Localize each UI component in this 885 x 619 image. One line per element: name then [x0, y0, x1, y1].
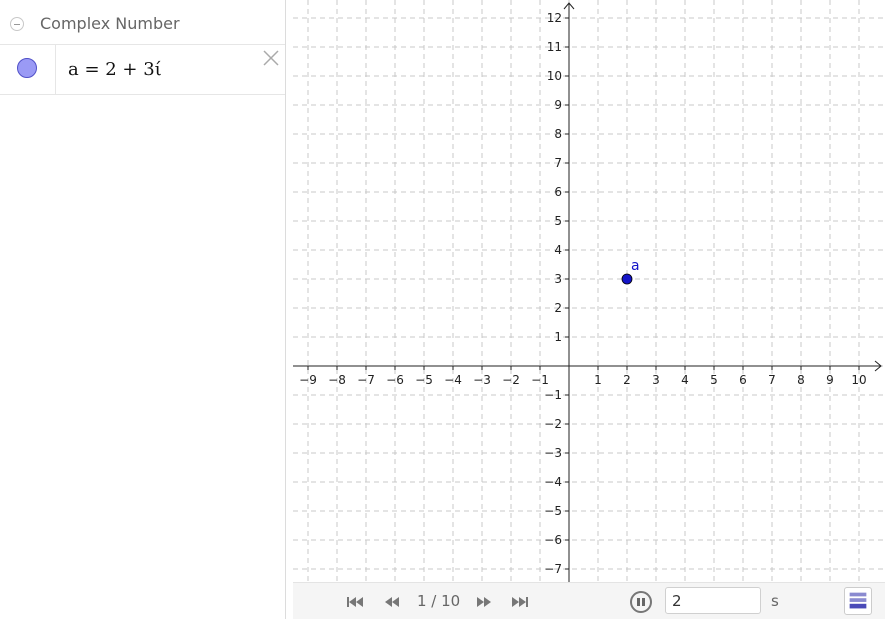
- marble-icon[interactable]: [17, 58, 37, 78]
- x-tick-label: 6: [739, 373, 747, 387]
- speed-unit: s: [771, 592, 779, 610]
- algebra-title: Complex Number: [40, 14, 180, 33]
- y-tick-label: −5: [544, 504, 562, 518]
- y-tick-label: 11: [547, 40, 562, 54]
- x-tick-label: −5: [415, 373, 433, 387]
- y-tick-label: 1: [554, 330, 562, 344]
- y-tick-label: −2: [544, 417, 562, 431]
- y-tick-label: 5: [554, 214, 562, 228]
- x-tick-label: 8: [797, 373, 805, 387]
- speed-input[interactable]: [665, 587, 761, 614]
- y-tick-label: 8: [554, 127, 562, 141]
- point-a[interactable]: [621, 273, 633, 285]
- x-tick-label: −1: [531, 373, 549, 387]
- y-tick-label: 12: [547, 11, 562, 25]
- pause-icon[interactable]: [630, 591, 652, 613]
- x-tick-label: 5: [710, 373, 718, 387]
- y-tick-label: 2: [554, 301, 562, 315]
- algebra-view: Complex Number a = 2 + 3ί: [0, 0, 286, 619]
- x-tick-label: 2: [623, 373, 631, 387]
- y-tick-label: 7: [554, 156, 562, 170]
- x-tick-label: 10: [851, 373, 866, 387]
- x-tick-label: 4: [681, 373, 689, 387]
- y-tick-label: 9: [554, 98, 562, 112]
- point-label: a: [631, 258, 640, 274]
- y-tick-label: 10: [547, 69, 562, 83]
- x-tick-label: −9: [299, 373, 317, 387]
- y-tick-label: 4: [554, 243, 562, 257]
- y-tick-label: 6: [554, 185, 562, 199]
- algebra-expression[interactable]: a = 2 + 3ί: [68, 59, 162, 80]
- x-tick-label: −4: [444, 373, 462, 387]
- y-tick-label: −1: [544, 388, 562, 402]
- last-slide-icon[interactable]: [510, 594, 530, 610]
- collapse-icon[interactable]: [10, 17, 24, 31]
- coordinate-plane[interactable]: −9 −8 −7 −6 −5 −4 −3 −2 −1 1 2 3 4 5 6 7 8 9 1012111098765…: [287, 0, 885, 582]
- first-slide-icon[interactable]: [345, 594, 365, 610]
- x-tick-label: 1: [594, 373, 602, 387]
- y-tick-label: 3: [554, 272, 562, 286]
- x-tick-label: −8: [328, 373, 346, 387]
- previous-slide-icon[interactable]: [382, 594, 402, 610]
- y-tick-label: −3: [544, 446, 562, 460]
- x-tick-label: 9: [826, 373, 834, 387]
- slide-counter: 1 / 10: [417, 592, 461, 610]
- x-tick-label: −3: [473, 373, 491, 387]
- next-slide-icon[interactable]: [474, 594, 494, 610]
- x-tick-label: −6: [386, 373, 404, 387]
- x-tick-label: −2: [502, 373, 520, 387]
- visibility-toggle[interactable]: [0, 45, 56, 94]
- x-tick-label: −7: [357, 373, 375, 387]
- y-tick-label: −7: [544, 562, 562, 576]
- algebra-view-toggle-icon[interactable]: [844, 587, 872, 615]
- algebra-header: Complex Number: [0, 0, 285, 45]
- y-tick-label: −6: [544, 533, 562, 547]
- x-tick-label: 3: [652, 373, 660, 387]
- x-tick-label: 7: [768, 373, 776, 387]
- algebra-item[interactable]: a = 2 + 3ί: [0, 45, 285, 95]
- y-tick-label: −4: [544, 475, 562, 489]
- slide-playbar: 1 / 10 s: [293, 582, 885, 619]
- close-icon[interactable]: [262, 49, 280, 67]
- graphics-view[interactable]: −9 −8 −7 −6 −5 −4 −3 −2 −1 1 2 3 4 5 6 7 8 9 10 12 11 10 9 8 7 6 5…: [287, 0, 885, 582]
